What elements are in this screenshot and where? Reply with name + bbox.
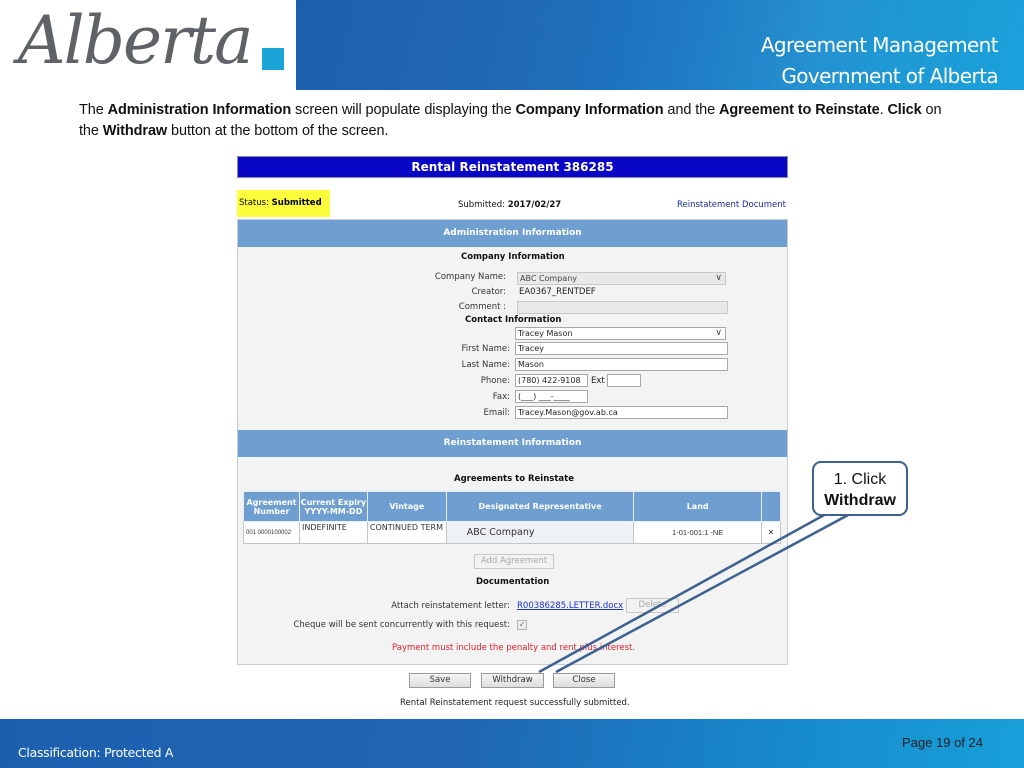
header-title-line1: Agreement Management	[760, 33, 999, 57]
close-button[interactable]: Close	[553, 673, 615, 688]
ext-field[interactable]	[607, 374, 641, 387]
email-label: Email:	[483, 408, 510, 418]
header-title-line2: Government of Alberta	[781, 64, 998, 88]
reinstatement-information-header: Reinstatement Information	[238, 430, 787, 457]
col-agreement-number: Agreement Number	[243, 491, 300, 522]
alberta-logo: Alberta	[0, 0, 296, 90]
chevron-down-icon: ∨	[715, 273, 722, 283]
contact-select[interactable]: Tracey Mason ∨	[515, 327, 726, 340]
chevron-down-icon: ∨	[715, 328, 722, 338]
col-current-expiry: Current Expiry YYYY-MM-DD	[298, 491, 368, 522]
slide-footer: Classification: Protected A Page 19 of 2…	[0, 719, 1024, 768]
withdraw-button[interactable]: Withdraw	[481, 673, 544, 688]
last-name-label: Last Name:	[461, 360, 510, 370]
first-name-label: First Name:	[461, 344, 510, 354]
save-button[interactable]: Save	[409, 673, 471, 688]
company-information-heading: Company Information	[461, 252, 565, 262]
rental-reinstatement-form: Rental Reinstatement 386285 Status: Subm…	[237, 156, 788, 708]
company-name-select[interactable]: ABC Company ∨	[517, 272, 726, 285]
table-header-row: Agreement Number Current Expiry YYYY-MM-…	[243, 491, 782, 522]
agreements-table: Agreement Number Current Expiry YYYY-MM-…	[243, 491, 782, 544]
agreement-number-cell: 001 0000100002	[243, 521, 300, 544]
creator-value: EA0367_RENTDEF	[519, 287, 596, 297]
phone-label: Phone:	[480, 376, 510, 386]
contact-information-heading: Contact Information	[465, 315, 562, 325]
attach-letter-label: Attach reinstatement letter:	[391, 601, 510, 611]
col-designated-representative: Designated Representative	[445, 491, 635, 522]
logo-wordmark: Alberta	[18, 2, 253, 79]
reinstatement-document-link[interactable]: Reinstatement Document	[677, 200, 786, 210]
callout-action: Withdraw	[824, 492, 896, 509]
header-banner: Agreement Management Government of Alber…	[296, 0, 1024, 90]
phone-field[interactable]: (780) 422-9108	[515, 374, 588, 387]
representative-cell: ABC Company	[445, 521, 635, 544]
instruction-callout: 1. Click Withdraw	[812, 461, 908, 516]
col-vintage: Vintage	[366, 491, 447, 522]
submitted-date: Submitted: 2017/02/27	[458, 200, 562, 210]
ext-label: Ext	[591, 376, 605, 386]
fax-field[interactable]: (___) ___-____	[515, 390, 588, 403]
logo-square-icon	[262, 48, 284, 70]
form-panel: Administration Information Company Infor…	[237, 219, 788, 665]
col-land: Land	[633, 491, 762, 522]
land-cell: 1-01-001:1 -NE	[633, 521, 762, 544]
expiry-cell: INDEFINITE	[298, 521, 368, 544]
status-badge: Status: Submitted	[237, 190, 330, 217]
cheque-label: Cheque will be sent concurrently with th…	[293, 620, 510, 630]
header-title: Agreement Management Government of Alber…	[760, 30, 999, 92]
cheque-checkbox[interactable]: ✓	[517, 620, 527, 630]
first-name-field[interactable]: Tracey	[515, 342, 728, 355]
add-agreement-button[interactable]: Add Agreement	[474, 554, 554, 569]
vintage-cell: CONTINUED TERM	[366, 521, 447, 544]
classification-label: Classification: Protected A	[18, 745, 174, 760]
agreements-to-reinstate-heading: Agreements to Reinstate	[454, 474, 574, 484]
company-name-label: Company Name:	[434, 272, 506, 282]
instruction-text: The Administration Information screen wi…	[79, 102, 942, 139]
creator-label: Creator:	[471, 287, 506, 297]
form-title: Rental Reinstatement 386285	[237, 156, 788, 178]
comment-label: Comment :	[458, 302, 506, 312]
comment-field[interactable]	[517, 301, 728, 314]
documentation-heading: Documentation	[476, 577, 550, 587]
attached-letter-link[interactable]: R00386285.LETTER.docx	[517, 601, 623, 611]
col-actions	[760, 491, 782, 522]
page-number: Page 19 of 24	[902, 735, 983, 750]
last-name-field[interactable]: Mason	[515, 358, 728, 371]
delete-button[interactable]: Delete	[626, 598, 679, 613]
email-field[interactable]: Tracey.Mason@gov.ab.ca	[515, 406, 728, 419]
callout-step: 1. Click	[833, 471, 887, 488]
slide-header: Alberta Agreement Management Government …	[0, 0, 1024, 90]
administration-information-header: Administration Information	[238, 220, 787, 247]
fax-label: Fax:	[492, 392, 510, 402]
payment-warning: Payment must include the penalty and ren…	[392, 643, 636, 653]
success-message: Rental Reinstatement request successfull…	[400, 698, 630, 708]
remove-agreement-icon[interactable]: ✕	[760, 521, 782, 544]
table-row: 001 0000100002 INDEFINITE CONTINUED TERM…	[243, 521, 782, 544]
